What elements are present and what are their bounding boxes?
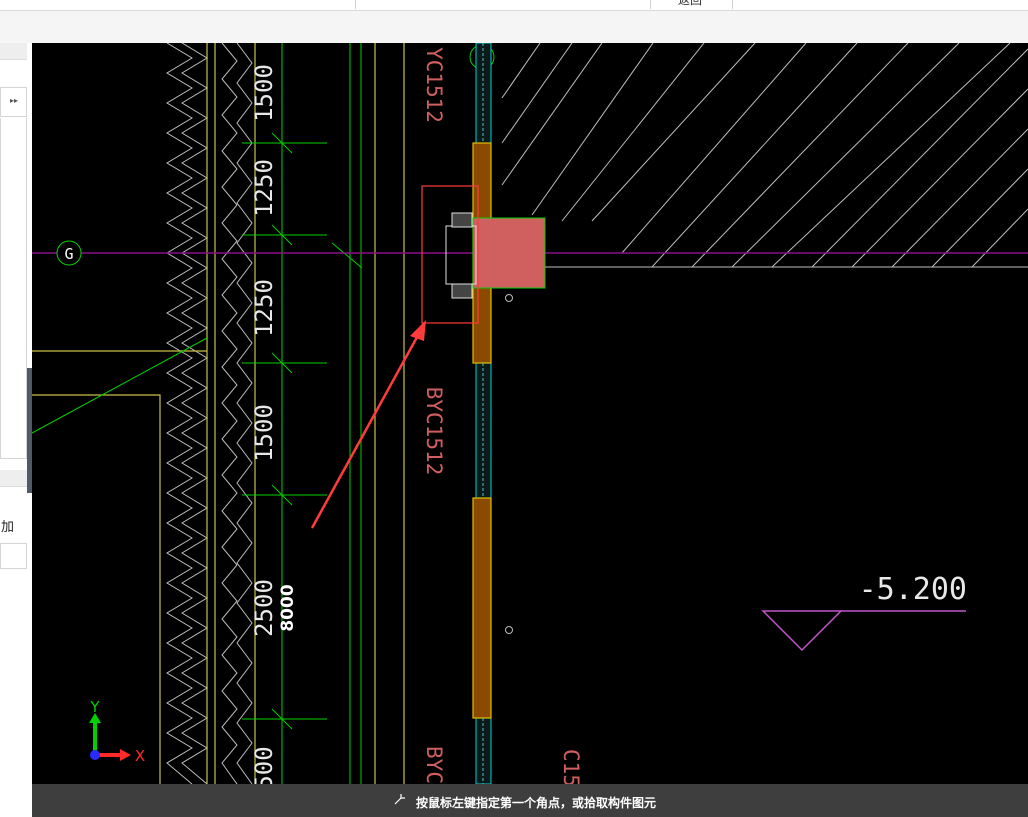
window-label-top: YC1512 (422, 47, 446, 123)
dim-text: 1500 (250, 64, 278, 122)
cursor-icon (392, 791, 408, 810)
ucs-y-label: Y (89, 698, 100, 716)
grid-label-g: G (64, 245, 73, 263)
return-button[interactable]: 返回 (678, 0, 702, 8)
secondary-toolbar (0, 11, 1028, 43)
panel-input[interactable] (0, 543, 27, 569)
window-label-bottom: BYC (422, 746, 446, 784)
dim-text: 2500 (250, 579, 278, 637)
dim-total-text: 8000 (278, 584, 298, 631)
status-message: 按鼠标左键指定第一个角点，或拾取构件图元 (416, 796, 657, 810)
top-toolbar: 返回 (0, 0, 1028, 11)
dim-text: 1500 (250, 404, 278, 462)
dim-text: 500 (250, 746, 278, 784)
toolbar-divider (355, 0, 356, 9)
window-label-right: C15 (559, 749, 583, 784)
add-button[interactable]: 加 (0, 515, 25, 541)
status-bar: 按鼠标左键指定第一个角点，或拾取构件图元 (32, 784, 1028, 817)
dim-text: 1250 (250, 159, 278, 217)
toolbar-divider (650, 0, 651, 9)
expand-icon[interactable]: ▸▸ (10, 96, 18, 105)
panel-header (0, 470, 27, 487)
toolbar-divider (732, 0, 733, 9)
panel-header (0, 43, 27, 60)
elevation-value: -5.200 (859, 572, 967, 607)
ucs-x-label: X (135, 747, 145, 765)
cad-drawing-canvas[interactable]: G 1 1500 1250 1250 1500 2500 500 8000 YC… (32, 43, 1028, 784)
panel-list (0, 118, 27, 459)
window-wall-strip (472, 43, 492, 784)
dim-text: 1250 (250, 279, 278, 337)
window-label-middle: BYC1512 (422, 387, 446, 476)
selected-column[interactable] (472, 217, 546, 289)
